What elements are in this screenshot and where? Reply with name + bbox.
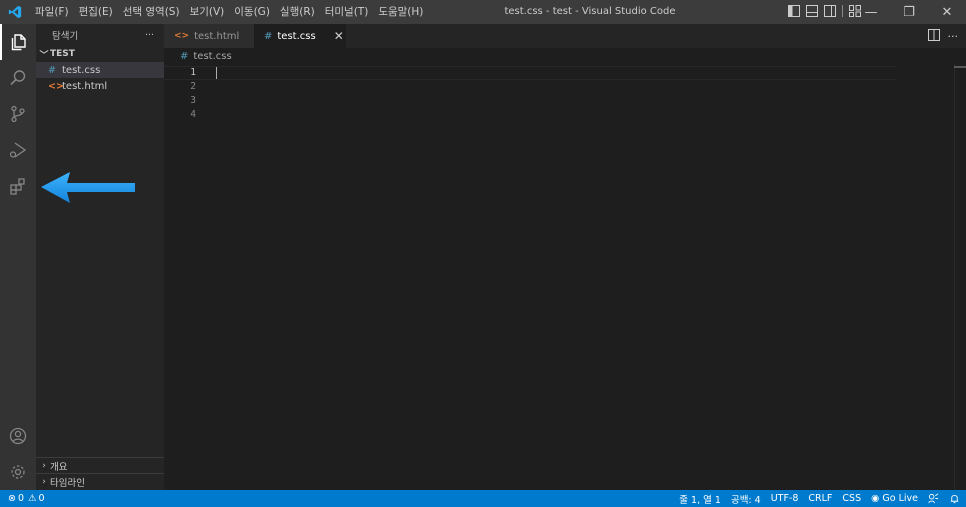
- file-name: test.css: [62, 64, 101, 76]
- extensions-icon[interactable]: [0, 168, 36, 204]
- text-cursor: [216, 67, 217, 79]
- toggle-panel-icon[interactable]: [806, 5, 818, 17]
- editor-actions: ···: [927, 29, 959, 44]
- folder-header[interactable]: ﹀ TEST: [36, 46, 164, 62]
- split-editor-icon[interactable]: [927, 29, 940, 44]
- scrollbar-cursor-marker: [954, 66, 966, 68]
- css-file-icon: #: [48, 64, 56, 76]
- problems-indicator[interactable]: ⊗ 0 ⚠ 0: [0, 493, 45, 504]
- cursor-position[interactable]: 줄 1, 열 1: [679, 492, 721, 506]
- warning-icon: ⚠: [28, 493, 37, 504]
- file-name: test.html: [62, 80, 108, 92]
- line-number: 1: [190, 67, 196, 78]
- file-item-test-html[interactable]: <> test.html: [36, 78, 164, 94]
- minimize-button[interactable]: —: [852, 0, 890, 24]
- go-live-button[interactable]: ◉ Go Live: [871, 493, 918, 504]
- encoding[interactable]: UTF-8: [771, 493, 799, 504]
- menu-terminal[interactable]: 터미널(T): [320, 0, 374, 24]
- close-window-button[interactable]: ✕: [928, 0, 966, 24]
- window-controls: — ❐ ✕: [852, 0, 966, 24]
- menu-bar: 파일(F) 편집(E) 선택 영역(S) 보기(V) 이동(G) 실행(R) 터…: [30, 0, 428, 24]
- toggle-primary-sidebar-icon[interactable]: [788, 5, 800, 17]
- html-file-icon: <>: [174, 31, 190, 41]
- title-bar: 파일(F) 편집(E) 선택 영역(S) 보기(V) 이동(G) 실행(R) 터…: [0, 0, 966, 24]
- close-tab-icon[interactable]: ✕: [334, 29, 344, 43]
- language-mode[interactable]: CSS: [842, 493, 861, 504]
- tab-label: test.html: [194, 30, 240, 42]
- menu-file[interactable]: 파일(F): [30, 0, 74, 24]
- explorer-header: 탐색기 ···: [36, 24, 164, 46]
- more-actions-icon[interactable]: ···: [145, 30, 154, 41]
- explorer-sidebar: 탐색기 ··· ﹀ TEST # test.css <> test.html ›…: [36, 24, 164, 490]
- chevron-down-icon: ﹀: [39, 50, 49, 61]
- indentation[interactable]: 공백: 4: [731, 492, 761, 506]
- warning-count: 0: [38, 493, 45, 504]
- error-count: 0: [17, 493, 25, 504]
- notifications-bell-icon[interactable]: [949, 493, 960, 504]
- outline-label: 개요: [50, 461, 68, 473]
- broadcast-icon: ◉: [871, 493, 880, 504]
- menu-selection[interactable]: 선택 영역(S): [118, 0, 185, 24]
- editor-tab-bar: <> test.html # test.css ✕ ···: [164, 24, 966, 48]
- menu-run[interactable]: 실행(R): [275, 0, 320, 24]
- window-title: test.css - test - Visual Studio Code: [504, 6, 676, 17]
- toggle-secondary-sidebar-icon[interactable]: [824, 5, 836, 17]
- end-of-line[interactable]: CRLF: [808, 493, 832, 504]
- timeline-section[interactable]: › 타임라인: [36, 473, 164, 489]
- current-line-highlight: [164, 66, 896, 80]
- menu-view[interactable]: 보기(V): [185, 0, 230, 24]
- restore-button[interactable]: ❐: [890, 0, 928, 24]
- error-icon: ⊗: [8, 493, 16, 504]
- chevron-right-icon: ›: [42, 476, 46, 487]
- chevron-right-icon: ›: [42, 460, 46, 471]
- line-number: 3: [190, 95, 196, 106]
- line-number: 2: [190, 81, 196, 92]
- activity-bar: [0, 24, 36, 490]
- tab-test-html[interactable]: <> test.html: [164, 24, 254, 48]
- outline-section[interactable]: › 개요: [36, 457, 164, 473]
- search-icon[interactable]: [0, 60, 36, 96]
- settings-gear-icon[interactable]: [0, 454, 36, 490]
- files-icon[interactable]: [0, 24, 36, 60]
- file-item-test-css[interactable]: # test.css: [36, 62, 164, 78]
- explorer-title: 탐색기: [52, 31, 79, 42]
- timeline-label: 타임라인: [50, 477, 85, 489]
- status-bar: ⊗ 0 ⚠ 0 줄 1, 열 1 공백: 4 UTF-8 CRLF CSS ◉ …: [0, 490, 966, 507]
- folder-name: TEST: [50, 49, 75, 59]
- vertical-scrollbar[interactable]: [954, 64, 966, 490]
- code-editor[interactable]: 1 2 3 4: [164, 64, 966, 490]
- annotation-arrow-icon: [40, 170, 138, 209]
- account-icon[interactable]: [0, 418, 36, 454]
- line-number: 4: [190, 109, 196, 120]
- divider: [842, 5, 843, 17]
- menu-edit[interactable]: 편집(E): [74, 0, 118, 24]
- css-file-icon: #: [264, 30, 273, 42]
- vscode-logo-icon: [0, 0, 30, 24]
- tab-label: test.css: [277, 30, 316, 42]
- status-right: 줄 1, 열 1 공백: 4 UTF-8 CRLF CSS ◉ Go Live: [679, 490, 960, 507]
- feedback-icon[interactable]: [928, 493, 939, 504]
- breadcrumb-file: test.css: [193, 50, 232, 62]
- breadcrumb[interactable]: # test.css: [164, 48, 232, 64]
- more-actions-icon[interactable]: ···: [948, 30, 959, 43]
- html-file-icon: <>: [48, 80, 64, 92]
- menu-help[interactable]: 도움말(H): [373, 0, 428, 24]
- css-file-icon: #: [180, 50, 189, 62]
- layout-controls: [788, 5, 861, 17]
- run-debug-icon[interactable]: [0, 132, 36, 168]
- source-control-icon[interactable]: [0, 96, 36, 132]
- menu-go[interactable]: 이동(G): [229, 0, 275, 24]
- go-live-label: Go Live: [882, 493, 918, 504]
- tab-test-css[interactable]: # test.css ✕: [254, 24, 346, 48]
